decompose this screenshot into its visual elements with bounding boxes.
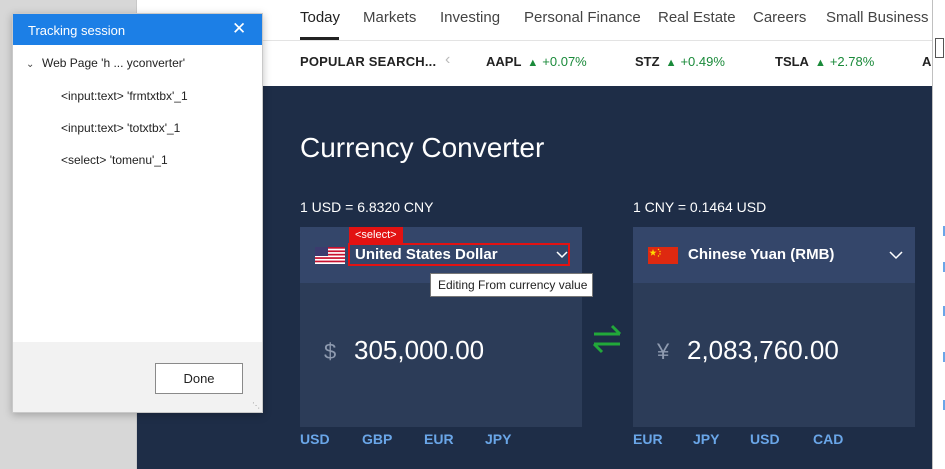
page-title: Currency Converter (300, 132, 545, 163)
ticker-item-aapl[interactable]: AAPL ▲ +0.07% (486, 54, 587, 69)
china-flag-icon (648, 247, 678, 264)
from-amount-value: 305,000.00 (354, 335, 485, 365)
from-quick-eur[interactable]: EUR (424, 431, 454, 447)
editing-tooltip: Editing From currency value (430, 273, 593, 297)
dialog-title: Tracking session (28, 23, 126, 38)
from-quick-gbp[interactable]: GBP (362, 431, 392, 447)
ticker-item-stz[interactable]: STZ ▲ +0.49% (635, 54, 725, 69)
select-element-tag: <select> (349, 227, 403, 243)
up-arrow-icon: ▲ (527, 57, 539, 69)
to-quick-cad[interactable]: CAD (813, 431, 843, 447)
dollar-sign: $ (324, 339, 337, 364)
up-arrow-icon: ▲ (814, 57, 826, 69)
scrollbar-thumb[interactable] (935, 38, 944, 58)
resize-grip-icon[interactable]: ⋱ (252, 402, 260, 410)
from-quick-jpy[interactable]: JPY (485, 431, 511, 447)
from-amount-field[interactable]: $ 305,000.00 (300, 283, 582, 427)
to-quick-usd[interactable]: USD (750, 431, 780, 447)
from-quick-usd[interactable]: USD (300, 431, 330, 447)
nav-real-estate[interactable]: Real Estate (658, 9, 736, 26)
tree-root-label: Web Page 'h ... yconverter' (42, 56, 186, 70)
to-currency-box: Chinese Yuan (RMB) ¥ 2,083,760.00 (633, 227, 915, 427)
to-rate: 1 CNY = 0.1464 USD (633, 199, 767, 215)
to-amount-field[interactable]: ¥ 2,083,760.00 (633, 283, 915, 427)
dialog-footer: Done ⋱ (13, 342, 262, 412)
popular-searches-label: POPULAR SEARCH... (300, 54, 437, 69)
ticker-change: +0.07% (542, 54, 587, 69)
to-quick-eur[interactable]: EUR (633, 431, 663, 447)
tree-root-item[interactable]: ⌄ Web Page 'h ... yconverter' (26, 56, 185, 70)
to-currency-name: Chinese Yuan (RMB) (688, 246, 835, 263)
ticker-item-tsla[interactable]: TSLA ▲ +2.78% (775, 54, 874, 69)
chevron-down-icon (889, 251, 903, 260)
yuan-sign: ¥ (657, 339, 670, 364)
to-currency-select[interactable]: Chinese Yuan (RMB) (633, 227, 915, 283)
to-quick-jpy[interactable]: JPY (693, 431, 719, 447)
nav-small-business[interactable]: Small Business (826, 9, 929, 26)
ticker-symbol: STZ (635, 54, 660, 69)
us-flag-icon (315, 247, 345, 264)
tree-item-to-menu[interactable]: <select> 'tomenu'_1 (61, 153, 168, 167)
swap-arrows-icon[interactable] (590, 322, 624, 356)
to-amount-value: 2,083,760.00 (687, 335, 839, 365)
nav-personal-finance[interactable]: Personal Finance (524, 9, 641, 26)
dialog-title-bar: Tracking session ✕ (13, 14, 262, 45)
chevron-down-icon[interactable]: ⌄ (26, 59, 42, 70)
nav-markets[interactable]: Markets (363, 9, 416, 26)
tracking-session-dialog: Tracking session ✕ ⌄ Web Page 'h ... ycon… (12, 13, 263, 413)
close-icon[interactable]: ✕ (232, 20, 246, 37)
ticker-change: +2.78% (829, 54, 875, 69)
ticker-symbol: TSLA (775, 54, 809, 69)
element-highlight-box (348, 243, 570, 266)
nav-investing[interactable]: Investing (440, 9, 500, 26)
done-button[interactable]: Done (155, 363, 243, 394)
nav-today[interactable]: Today (300, 9, 340, 26)
up-arrow-icon: ▲ (665, 57, 677, 69)
tree-item-to-textbox[interactable]: <input:text> 'totxtbx'_1 (61, 121, 180, 135)
ticker-prev-arrow-icon[interactable]: ‹ (445, 51, 450, 69)
ticker-change: +0.49% (680, 54, 725, 69)
ticker-symbol: AAPL (486, 54, 522, 69)
tree-item-from-textbox[interactable]: <input:text> 'frmtxtbx'_1 (61, 89, 188, 103)
from-rate: 1 USD = 6.8320 CNY (300, 199, 434, 215)
nav-careers[interactable]: Careers (753, 9, 806, 26)
